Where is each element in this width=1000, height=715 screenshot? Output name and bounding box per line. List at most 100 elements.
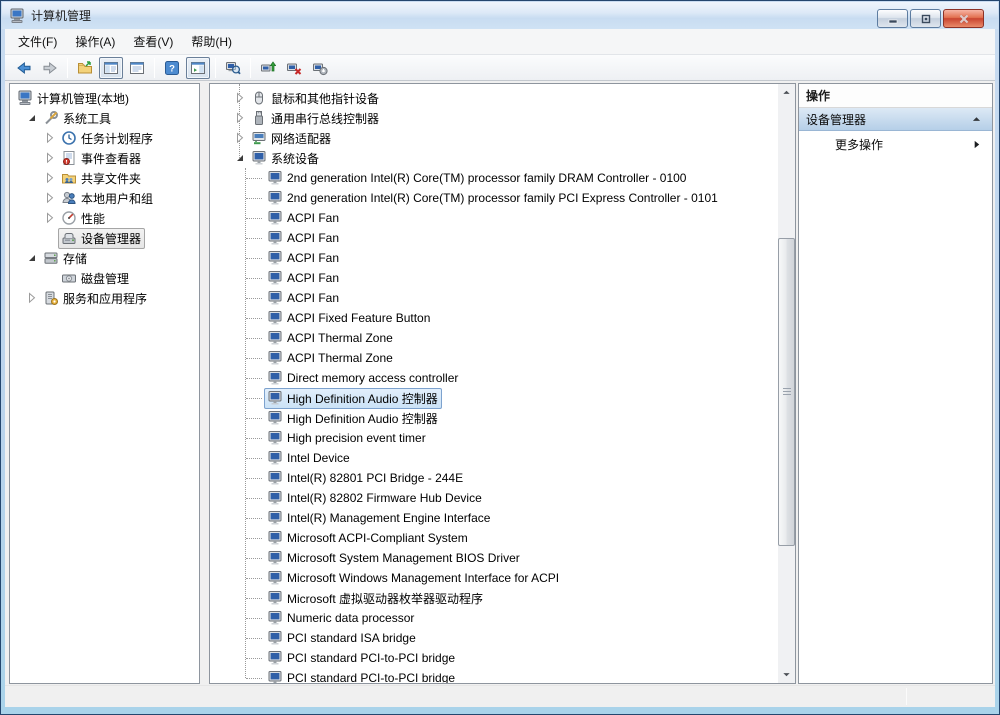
chevron-up-icon[interactable] (968, 111, 984, 127)
device-item[interactable]: Microsoft 虚拟驱动器枚举器驱动程序 (210, 588, 487, 608)
tree-item-content: 存储 (40, 248, 91, 269)
device-item[interactable]: Direct memory access controller (210, 368, 462, 388)
window-controls (877, 9, 984, 28)
expander-collapsed[interactable] (232, 90, 248, 106)
disable-device-icon (312, 60, 328, 76)
event-viewer-icon (61, 150, 77, 166)
device-item-label: Microsoft Windows Management Interface f… (287, 571, 559, 585)
device-icon (267, 670, 283, 684)
uninstall-device-button[interactable] (282, 57, 306, 79)
status-bar-divider (906, 688, 907, 705)
device-item[interactable]: Microsoft Windows Management Interface f… (210, 568, 563, 588)
device-item[interactable]: 2nd generation Intel(R) Core(TM) process… (210, 188, 722, 208)
restore-button[interactable] (910, 9, 941, 28)
device-item-label: PCI standard PCI-to-PCI bridge (287, 651, 455, 665)
device-item[interactable]: ACPI Thermal Zone (210, 348, 397, 368)
device-icon (267, 650, 283, 666)
scroll-up-button[interactable] (778, 84, 795, 101)
computer-management-icon[interactable] (9, 8, 25, 24)
device-category[interactable]: 通用串行总线控制器 (210, 108, 383, 128)
tree-item[interactable]: 系统工具 (10, 108, 115, 128)
device-item[interactable]: Intel(R) 82801 PCI Bridge - 244E (210, 468, 467, 488)
device-item[interactable]: High Definition Audio 控制器 (210, 388, 442, 408)
device-item[interactable]: 2nd generation Intel(R) Core(TM) process… (210, 168, 690, 188)
tree-item[interactable]: 磁盘管理 (10, 268, 133, 288)
disable-device-button[interactable] (308, 57, 332, 79)
device-icon (267, 450, 283, 466)
expander-collapsed[interactable] (232, 130, 248, 146)
device-item[interactable]: Intel(R) Management Engine Interface (210, 508, 494, 528)
actions-group-device-manager[interactable]: 设备管理器 (799, 108, 992, 131)
scan-hardware-button[interactable] (221, 57, 245, 79)
device-item[interactable]: PCI standard ISA bridge (210, 628, 420, 648)
console-tree-icon (103, 60, 119, 76)
tree-item[interactable]: 设备管理器 (10, 228, 145, 248)
expander-collapsed[interactable] (24, 290, 40, 306)
back-button[interactable] (12, 57, 36, 79)
vertical-scrollbar[interactable] (778, 84, 795, 683)
device-item[interactable]: Intel(R) 82802 Firmware Hub Device (210, 488, 486, 508)
device-item[interactable]: ACPI Fixed Feature Button (210, 308, 434, 328)
device-item[interactable]: Intel Device (210, 448, 354, 468)
expander-collapsed[interactable] (232, 110, 248, 126)
expander-collapsed[interactable] (42, 210, 58, 226)
device-category[interactable]: 系统设备 (210, 148, 323, 168)
minimize-button[interactable] (877, 9, 908, 28)
scroll-thumb[interactable] (778, 238, 795, 546)
device-item[interactable]: Microsoft System Management BIOS Driver (210, 548, 524, 568)
shared-folders-icon (61, 170, 77, 186)
expander-expanded[interactable] (24, 250, 40, 266)
forward-button[interactable] (38, 57, 62, 79)
expander-collapsed[interactable] (42, 130, 58, 146)
device-item-label: 通用串行总线控制器 (271, 110, 379, 127)
menu-item-1[interactable]: 文件(F) (9, 30, 66, 54)
title-bar[interactable]: 计算机管理 (2, 2, 998, 29)
device-item[interactable]: ACPI Fan (210, 208, 343, 228)
tree-item[interactable]: 共享文件夹 (10, 168, 145, 188)
device-item-label: ACPI Fan (287, 251, 339, 265)
device-item[interactable]: High precision event timer (210, 428, 430, 448)
help-button[interactable]: ? (160, 57, 184, 79)
tree-item[interactable]: 任务计划程序 (10, 128, 157, 148)
properties-button[interactable] (125, 57, 149, 79)
tree-item[interactable]: 事件查看器 (10, 148, 145, 168)
scroll-down-button[interactable] (778, 666, 795, 683)
tree-item[interactable]: 计算机管理(本地) (10, 88, 133, 108)
device-category[interactable]: 网络适配器 (210, 128, 335, 148)
tree-item[interactable]: 性能 (10, 208, 109, 228)
menu-item-3[interactable]: 查看(V) (124, 30, 182, 54)
expander-expanded[interactable] (232, 150, 248, 166)
device-item-label: ACPI Fan (287, 291, 339, 305)
show-console-tree-button[interactable] (99, 57, 123, 79)
tree-item-content: 系统工具 (40, 108, 115, 129)
device-item[interactable]: Numeric data processor (210, 608, 418, 628)
device-item[interactable]: Microsoft ACPI-Compliant System (210, 528, 472, 548)
tree-item[interactable]: 本地用户和组 (10, 188, 157, 208)
update-driver-button[interactable] (256, 57, 280, 79)
device-item[interactable]: ACPI Fan (210, 228, 343, 248)
tree-item[interactable]: 服务和应用程序 (10, 288, 151, 308)
tree-item[interactable]: 存储 (10, 248, 91, 268)
device-item[interactable]: ACPI Fan (210, 268, 343, 288)
device-item-label: 系统设备 (271, 150, 319, 167)
device-item[interactable]: PCI standard PCI-to-PCI bridge (210, 668, 459, 684)
device-item[interactable]: ACPI Thermal Zone (210, 328, 397, 348)
device-item[interactable]: ACPI Fan (210, 288, 343, 308)
device-item[interactable]: ACPI Fan (210, 248, 343, 268)
device-item[interactable]: High Definition Audio 控制器 (210, 408, 442, 428)
device-item[interactable]: PCI standard PCI-to-PCI bridge (210, 648, 459, 668)
expander-collapsed[interactable] (42, 150, 58, 166)
menu-item-2[interactable]: 操作(A) (66, 30, 124, 54)
expander-collapsed[interactable] (42, 170, 58, 186)
actions-item-more-actions[interactable]: 更多操作 (799, 131, 992, 157)
actions-panel: 操作 设备管理器 更多操作 (798, 83, 993, 684)
device-category[interactable]: 鼠标和其他指针设备 (210, 88, 383, 108)
expander-expanded[interactable] (24, 110, 40, 126)
show-action-pane-button[interactable] (186, 57, 210, 79)
folder-button[interactable] (73, 57, 97, 79)
device-item-label: Microsoft ACPI-Compliant System (287, 531, 468, 545)
expander-collapsed[interactable] (42, 190, 58, 206)
close-button[interactable] (943, 9, 984, 28)
tree-item-content: 事件查看器 (58, 148, 145, 169)
menu-item-4[interactable]: 帮助(H) (182, 30, 241, 54)
